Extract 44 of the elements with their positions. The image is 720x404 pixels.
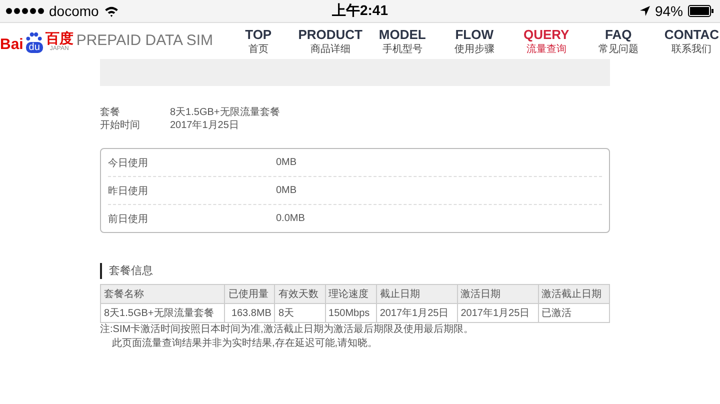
- nav-item[interactable]: TOP 首页: [222, 26, 294, 56]
- table-header: 套餐名称: [100, 284, 225, 304]
- nav-item[interactable]: PRODUCT 商品详细: [294, 26, 366, 56]
- table-cell: 8天1.5GB+无限流量套餐: [100, 304, 225, 322]
- field-value: 2017年1月25日: [170, 119, 239, 132]
- nav-item[interactable]: FAQ 常见问题: [582, 26, 654, 56]
- signal-icon: [6, 8, 44, 14]
- table-header: 截止日期: [376, 284, 458, 304]
- battery-percent: 94%: [654, 3, 683, 19]
- usage-value: 0MB: [276, 157, 297, 168]
- battery-icon: [688, 5, 714, 17]
- table-header: 激活截止日期: [538, 284, 610, 304]
- section-title: 套餐信息: [100, 263, 610, 279]
- note-text: 此页面流量查询结果并非为实时结果,存在延迟可能,请知晓。: [111, 337, 379, 351]
- location-arrow-icon: [640, 6, 650, 16]
- note-text: 注:SIM卡激活时间按照日本时间为准,激活截止日期为激活最后期限及使用最后期限。: [100, 323, 474, 337]
- usage-value: 0MB: [276, 185, 297, 196]
- field-label: 开始时间: [100, 119, 141, 132]
- product-name: PREPAID DATA SIM: [76, 33, 214, 49]
- table-cell: 150Mbps: [325, 304, 376, 322]
- table-header: 有效天数: [274, 284, 326, 304]
- usage-label: 昨日使用: [108, 184, 149, 198]
- table-cell: 2017年1月25日: [457, 304, 538, 322]
- carrier-name: docomo: [49, 3, 99, 19]
- nav-item[interactable]: CONTAC 联系我们: [654, 26, 719, 56]
- logo-text: Bai: [0, 37, 24, 53]
- table-cell: 163.8MB: [224, 304, 275, 322]
- table-header: 理论速度: [325, 284, 376, 304]
- table-cell: 8天: [274, 304, 326, 322]
- table-header: 激活日期: [457, 284, 538, 304]
- wifi-icon: [104, 6, 119, 16]
- nav-item[interactable]: FLOW 使用步骤: [438, 26, 510, 56]
- field-label: 套餐: [100, 106, 121, 119]
- usage-label: 前日使用: [108, 212, 149, 226]
- table-cell: 已激活: [538, 304, 610, 322]
- table-header: 已使用量: [224, 284, 275, 304]
- status-time: 上午2:41: [332, 2, 388, 20]
- nav-item[interactable]: MODEL 手机型号: [366, 26, 438, 56]
- table-cell: 2017年1月25日: [376, 304, 458, 322]
- field-value: 8天1.5GB+无限流量套餐: [170, 106, 280, 119]
- usage-value: 0.0MB: [276, 213, 305, 224]
- nav-item[interactable]: QUERY 流量查询: [510, 26, 582, 56]
- usage-label: 今日使用: [108, 156, 149, 170]
- logo-text: 百度: [45, 31, 74, 46]
